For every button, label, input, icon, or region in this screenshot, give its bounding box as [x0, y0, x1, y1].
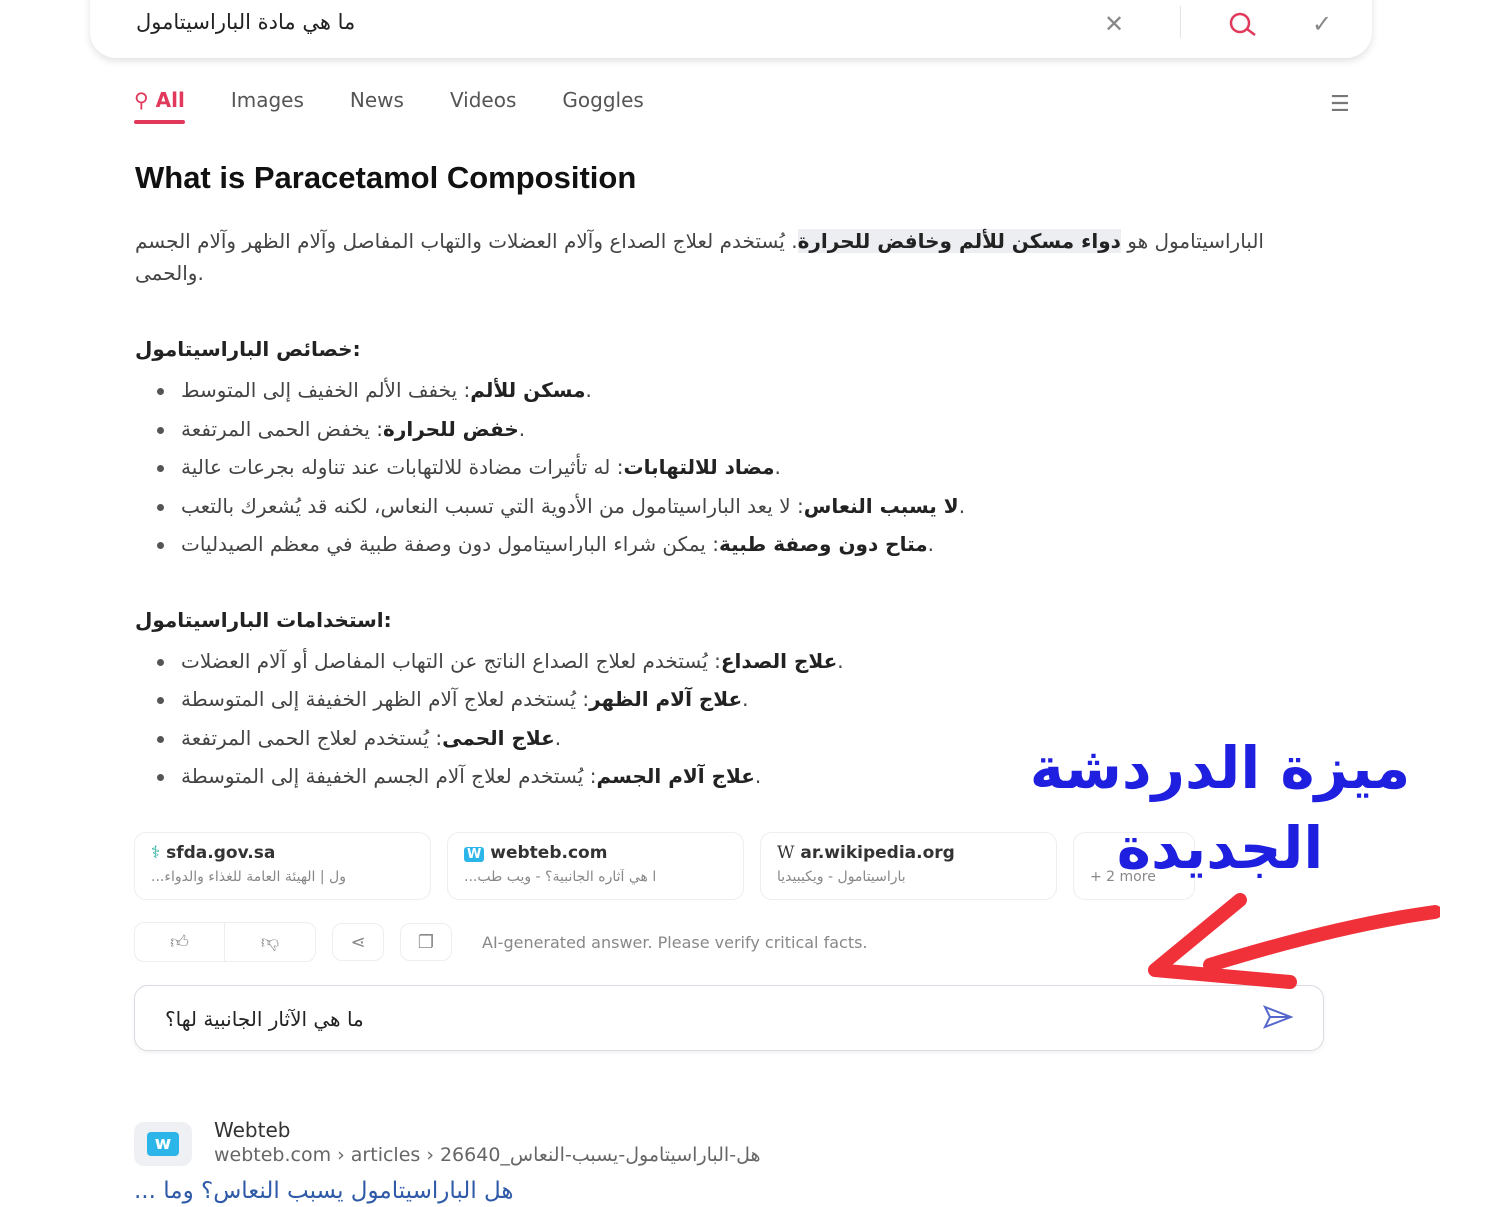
item-term: مسكن للألم: [470, 378, 586, 402]
answer-actions: 👍︎ 👎︎ ⋖ ❐ AI-generated answer. Please ve…: [134, 922, 868, 962]
check-icon[interactable]: ✓: [1312, 10, 1332, 38]
list-item: خفض للحرارة: يخفض الحمى المرتفعة.: [135, 410, 1315, 449]
item-term: خفض للحرارة: [383, 416, 519, 441]
tab-news[interactable]: News: [350, 88, 404, 122]
search-bar[interactable]: ما هي مادة الباراسيتامول ✕ ✓: [90, 0, 1372, 58]
item-term: علاج آلام الجسم: [596, 764, 755, 788]
close-icon[interactable]: ✕: [1104, 10, 1124, 38]
source-card-webteb[interactable]: W webteb.com ...ا هي آثاره الجانبية؟ - وي…: [447, 832, 744, 900]
thumbs-up-icon[interactable]: 👍︎: [135, 923, 225, 961]
list-item: مضاد للالتهابات: له تأثيرات مضادة للالته…: [135, 448, 1315, 487]
webteb-favicon: w: [134, 1122, 192, 1166]
result-site-name: Webteb: [214, 1118, 291, 1142]
tab-goggles[interactable]: Goggles: [562, 88, 643, 122]
result-url[interactable]: webteb.com › articles › 26640_هل-الباراس…: [214, 1144, 760, 1166]
search-query[interactable]: ما هي مادة الباراسيتامول: [136, 10, 355, 34]
item-term: علاج الحمى: [442, 725, 555, 750]
list-item: علاج آلام الظهر: يُستخدم لعلاج آلام الظه…: [135, 680, 1315, 719]
divider: [1180, 6, 1181, 38]
webteb-logo-icon: W: [464, 847, 485, 862]
search-icon: ⚲: [134, 88, 156, 112]
result-title-link[interactable]: ... هل الباراسيتامول يسبب النعاس؟ وما: [134, 1178, 514, 1204]
wikipedia-logo-icon: W: [777, 843, 795, 863]
list-item: مسكن للألم: يخفف الألم الخفيف إلى المتوس…: [135, 371, 1315, 410]
send-icon[interactable]: [1263, 1004, 1293, 1030]
list-item: لا يسبب النعاس: لا يعد الباراسيتامول من …: [135, 487, 1315, 526]
item-term: لا يسبب النعاس: [803, 493, 959, 518]
copy-icon[interactable]: ❐: [400, 923, 452, 961]
chat-input[interactable]: [165, 1000, 1245, 1038]
red-arrow-icon: [1148, 893, 1440, 989]
chat-followup-box: [134, 985, 1324, 1051]
item-term: علاج آلام الظهر: [589, 687, 743, 711]
item-term: مضاد للالتهابات: [623, 455, 775, 479]
tab-all[interactable]: ⚲ All: [134, 88, 185, 124]
tab-videos[interactable]: Videos: [450, 88, 516, 122]
answer-title: What is Paracetamol Composition: [135, 160, 637, 195]
ai-disclaimer: AI-generated answer. Please verify criti…: [482, 932, 868, 952]
section-heading: خصائص الباراسيتامول:: [135, 337, 361, 361]
filter-settings-icon[interactable]: ☰: [1330, 92, 1350, 117]
item-term: علاج الصداع: [720, 648, 838, 673]
search-icon[interactable]: [1228, 12, 1258, 38]
thumbs-down-icon[interactable]: 👎︎: [225, 923, 315, 961]
annotation-label: ميزة الدردشة الجديدة: [1029, 734, 1411, 882]
share-icon[interactable]: ⋖: [332, 923, 384, 961]
answer-intro: الباراسيتامول هو دواء مسكن للألم وخافض ل…: [135, 229, 1264, 285]
tab-images[interactable]: Images: [231, 88, 304, 122]
bullet-list: مسكن للألم: يخفف الألم الخفيف إلى المتوس…: [135, 371, 1315, 564]
source-card-sfda[interactable]: ⚕ sfda.gov.sa ...ول | الهيئة العامة للغذا…: [134, 832, 431, 900]
sfda-logo-icon: ⚕: [151, 843, 161, 863]
search-tabs: ⚲ All Images News Videos Goggles: [134, 88, 644, 124]
list-item: متاح دون وصفة طبية: يمكن شراء الباراسيتا…: [135, 525, 1315, 564]
section-heading: استخدامات الباراسيتامول:: [135, 607, 392, 632]
list-item: علاج الصداع: يُستخدم لعلاج الصداع الناتج…: [135, 642, 1315, 681]
item-term: متاح دون وصفة طبية: [718, 532, 928, 556]
